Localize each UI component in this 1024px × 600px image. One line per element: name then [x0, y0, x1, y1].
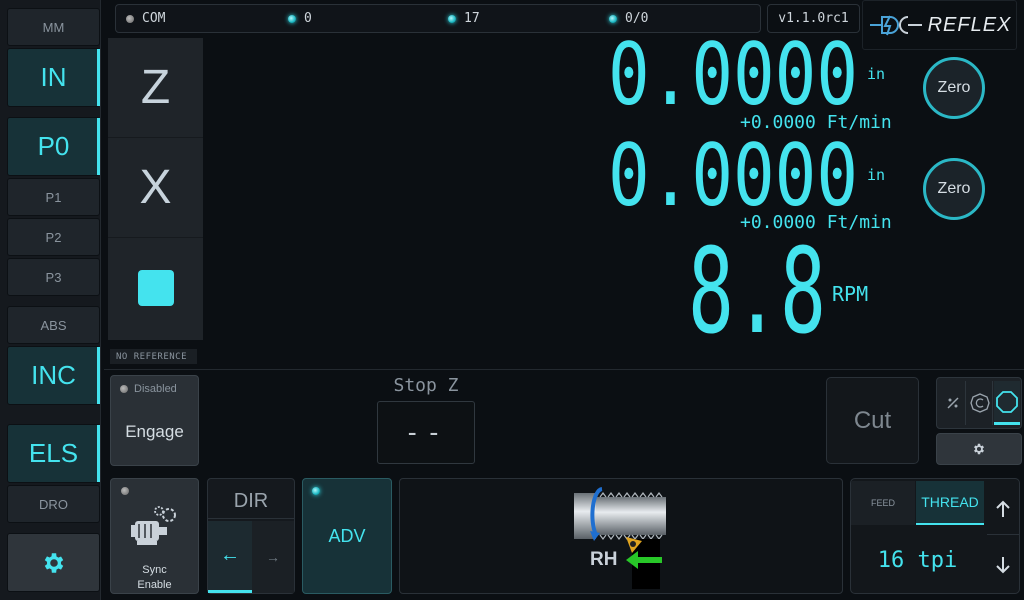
- taper-icon: [946, 397, 959, 409]
- engage-led-icon: [120, 385, 128, 393]
- version-label: v1.1.0rc1: [767, 4, 860, 33]
- sync-label-2: Enable: [137, 579, 172, 591]
- thread-increase-button[interactable]: [987, 483, 1019, 535]
- octagon-icon: [996, 390, 1018, 413]
- status-item-3: 0/0: [609, 5, 648, 32]
- cut-button[interactable]: Cut: [826, 377, 919, 464]
- mode-taper-button[interactable]: [940, 381, 966, 425]
- gear-icon: [44, 552, 63, 573]
- z-unit: in: [867, 65, 886, 83]
- x-feed-rate: +0.0000 Ft/min: [740, 212, 892, 233]
- motor-icon: [131, 506, 176, 545]
- engage-label: Engage: [125, 422, 184, 441]
- status-led-icon: [609, 14, 617, 23]
- axis-z-button[interactable]: Z: [108, 38, 203, 138]
- dro-button[interactable]: DRO: [7, 485, 100, 523]
- sync-label-1: Sync: [142, 564, 167, 576]
- mode-settings-button[interactable]: [936, 433, 1022, 465]
- dir-right-button[interactable]: →: [252, 521, 294, 593]
- status-item-1: 0: [288, 5, 312, 32]
- els-button[interactable]: ELS: [7, 424, 100, 483]
- stop-z-value[interactable]: --: [377, 401, 475, 464]
- reflex-logo: REFLEX: [862, 0, 1017, 50]
- axis-x-button[interactable]: X: [108, 138, 203, 238]
- mode-inc-button[interactable]: INC: [7, 346, 100, 405]
- zero-z-button[interactable]: Zero: [923, 57, 985, 119]
- status-bar: COM 0 17 0/0: [115, 4, 761, 33]
- tab-thread[interactable]: THREAD: [916, 481, 984, 525]
- thread-panel: FEED THREAD 16 tpi: [850, 478, 1020, 594]
- status-item-2: 17: [448, 5, 480, 32]
- thread-value[interactable]: 16 tpi: [851, 529, 984, 591]
- divider: [104, 369, 1024, 370]
- arrow-up-icon: [996, 500, 1010, 517]
- sync-enable-button[interactable]: Sync Enable: [110, 478, 199, 594]
- units-mm-button[interactable]: MM: [7, 8, 100, 46]
- reference-status: NO REFERENCE: [110, 349, 197, 364]
- dir-left-button[interactable]: ←: [208, 521, 252, 593]
- axis-panel: Z X: [108, 38, 203, 340]
- com-status: COM: [126, 5, 165, 32]
- adv-button[interactable]: ADV: [302, 478, 392, 594]
- position-p3-button[interactable]: P3: [7, 258, 100, 296]
- z-feed-rate: +0.0000 Ft/min: [740, 112, 892, 133]
- position-p2-button[interactable]: P2: [7, 218, 100, 256]
- svg-text:0.0000: 0.0000: [608, 141, 858, 211]
- tab-feed[interactable]: FEED: [851, 481, 915, 525]
- z-position-readout: 0.0000: [608, 40, 858, 110]
- lathe-visualization: RH: [399, 478, 843, 594]
- x-position-readout: 0.0000: [608, 141, 858, 211]
- thread-decrease-button[interactable]: [987, 539, 1019, 591]
- status-led-icon: [448, 14, 456, 23]
- radius-icon: [969, 393, 990, 413]
- direction-panel: DIR ← →: [207, 478, 295, 594]
- position-p0-button[interactable]: P0: [7, 117, 100, 176]
- mode-selector: [936, 377, 1022, 429]
- svg-text:0.0000: 0.0000: [608, 40, 858, 110]
- arrow-left-icon: ←: [220, 544, 240, 566]
- arrow-down-icon: [996, 557, 1010, 574]
- engage-button[interactable]: Disabled Engage: [110, 375, 199, 466]
- adv-led-icon: [312, 487, 320, 495]
- stop-z-title: Stop Z: [393, 375, 459, 396]
- sync-led-icon: [121, 487, 129, 495]
- settings-button[interactable]: [7, 533, 100, 592]
- sidebar: MM IN P0 P1 P2 P3 ABS INC ELS DRO: [0, 0, 101, 600]
- stop-square-icon: [137, 270, 174, 306]
- mode-shape-button[interactable]: [994, 381, 1020, 425]
- position-p1-button[interactable]: P1: [7, 178, 100, 216]
- com-led-icon: [126, 14, 134, 23]
- zero-x-button[interactable]: Zero: [923, 158, 985, 220]
- mode-radius-button[interactable]: [967, 381, 993, 425]
- engage-status: Disabled: [134, 383, 177, 395]
- mode-abs-button[interactable]: ABS: [7, 306, 100, 344]
- rpm-label: RPM: [832, 282, 869, 306]
- threading-diagram-icon: [574, 487, 666, 589]
- hand-label: RH: [590, 549, 618, 570]
- status-led-icon: [288, 14, 296, 23]
- rpm-readout: 8.8: [688, 242, 826, 338]
- stop-button[interactable]: [108, 238, 203, 338]
- units-in-button[interactable]: IN: [7, 48, 100, 107]
- x-unit: in: [867, 166, 886, 184]
- arrow-right-icon: →: [266, 549, 280, 565]
- svg-text:8.8: 8.8: [688, 242, 826, 338]
- dir-title: DIR: [208, 483, 294, 519]
- gear-icon: [974, 443, 984, 455]
- plug-logo-icon: [869, 15, 922, 36]
